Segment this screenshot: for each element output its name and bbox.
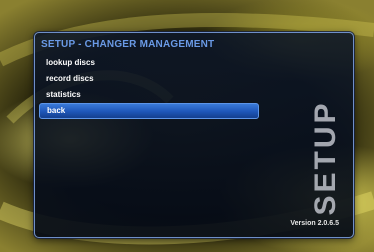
menu-item-back[interactable]: back (39, 103, 259, 119)
setup-side-label-text: SETUP (309, 100, 342, 216)
menu-item-record-discs[interactable]: record discs (39, 71, 259, 87)
menu-item-statistics[interactable]: statistics (39, 87, 259, 103)
setup-menu: lookup discs record discs statistics bac… (39, 55, 259, 119)
changer-management-panel: SETUP - CHANGER MANAGEMENT lookup discs … (34, 32, 354, 238)
menu-item-lookup-discs[interactable]: lookup discs (39, 55, 259, 71)
setup-screen: SETUP - CHANGER MANAGEMENT lookup discs … (0, 0, 374, 252)
version-label: Version 2.0.6.5 (290, 220, 339, 227)
panel-title: SETUP - CHANGER MANAGEMENT (41, 39, 215, 50)
setup-side-label: SETUP (309, 93, 342, 223)
